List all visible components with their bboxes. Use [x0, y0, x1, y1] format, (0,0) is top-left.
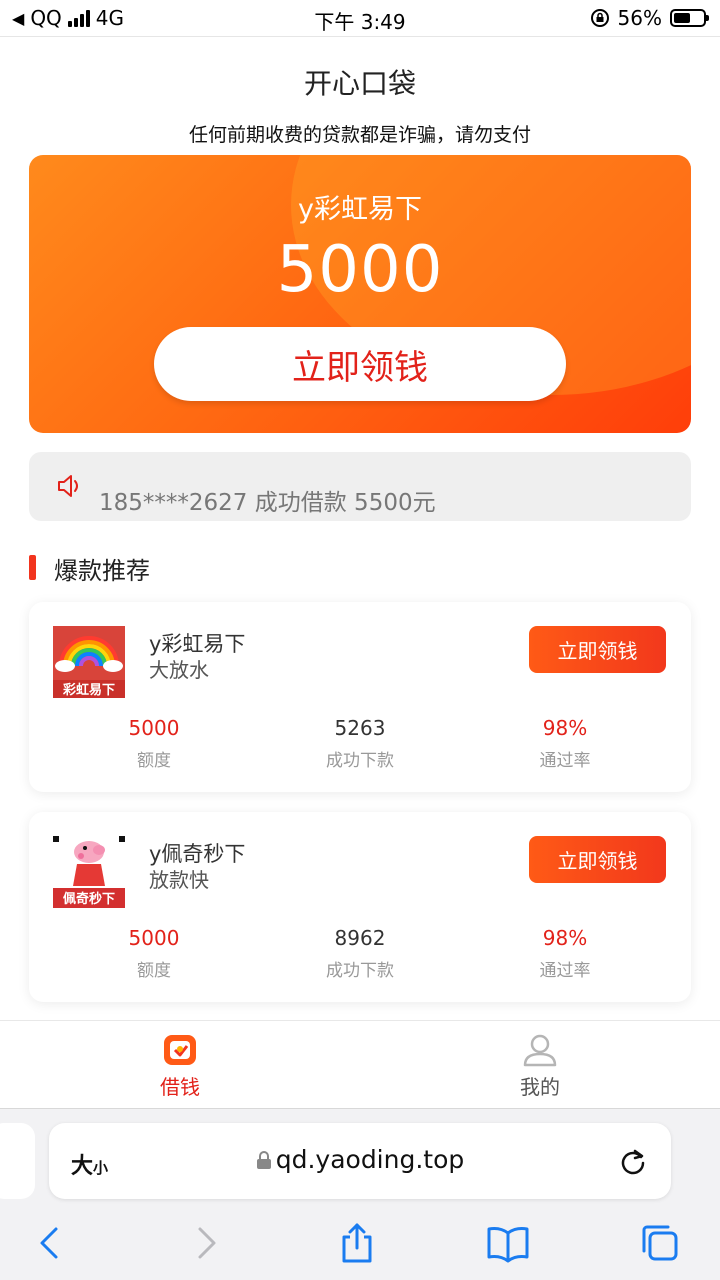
tabs-icon[interactable] [638, 1221, 682, 1265]
stat-amount: 5000 额度 [74, 716, 234, 771]
stat-rate: 98% 通过率 [485, 926, 645, 981]
tab-bar: 借钱 我的 [0, 1020, 720, 1108]
previous-tab-peek[interactable] [0, 1123, 35, 1199]
browser-toolbar: 大小 qd.yaoding.top [0, 1108, 720, 1280]
stat-amount: 5000 额度 [74, 926, 234, 981]
stat-success: 5263 成功下款 [280, 716, 440, 771]
stat-label: 额度 [137, 751, 171, 771]
rainbow-logo: 彩虹易下 [53, 626, 125, 698]
tab-mine-label: 我的 [520, 1075, 560, 1099]
section-accent-bar [29, 555, 36, 580]
stat-label: 成功下款 [326, 751, 394, 771]
reload-icon[interactable] [617, 1145, 649, 1177]
logo-text: 彩虹易下 [62, 682, 115, 698]
stat-value: 5000 [128, 716, 180, 740]
stat-label: 额度 [137, 961, 171, 981]
hero-claim-button[interactable]: 立即领钱 [154, 327, 566, 401]
wallet-icon [164, 1035, 196, 1065]
tab-borrow-label: 借钱 [160, 1075, 200, 1099]
rotation-lock-icon [590, 9, 609, 27]
hero-amount: 5000 [276, 233, 444, 307]
share-icon[interactable] [335, 1221, 379, 1265]
url-display[interactable]: qd.yaoding.top [49, 1145, 671, 1174]
product-desc: 放款快 [149, 868, 209, 892]
stat-label: 通过率 [539, 961, 591, 981]
stat-label: 通过率 [539, 751, 591, 771]
product-desc: 大放水 [149, 658, 209, 682]
stat-value: 5000 [128, 926, 180, 950]
peppa-logo: 佩奇秒下 [53, 836, 125, 908]
tab-borrow[interactable]: 借钱 [120, 1033, 240, 1100]
notice-text: 185****2627 成功借款 5500元 [99, 490, 436, 516]
stat-success: 8962 成功下款 [280, 926, 440, 981]
stat-value: 98% [542, 716, 588, 740]
section-title: 爆款推荐 [54, 557, 150, 585]
url-text: qd.yaoding.top [275, 1145, 465, 1174]
logo-text: 佩奇秒下 [63, 891, 115, 907]
claim-button[interactable]: 立即领钱 [529, 626, 666, 673]
forward-icon[interactable] [184, 1221, 228, 1265]
address-bar[interactable]: 大小 qd.yaoding.top [49, 1123, 671, 1199]
stat-rate: 98% 通过率 [485, 716, 645, 771]
lock-icon [256, 1151, 271, 1169]
status-bar: ◀ QQ 4G 下午 3:49 56% [0, 0, 720, 36]
hero-product-name: y彩虹易下 [298, 194, 422, 225]
battery-percent: 56% [617, 6, 662, 30]
tab-mine[interactable]: 我的 [480, 1033, 600, 1100]
user-icon [523, 1034, 557, 1067]
hero-card: y彩虹易下 5000 立即领钱 [29, 155, 691, 433]
status-right: 56% [590, 6, 709, 30]
notice-bar: 185****2627 成功借款 5500元 [29, 452, 691, 521]
stat-value: 5263 [334, 716, 386, 740]
divider [0, 36, 720, 37]
back-icon[interactable] [28, 1221, 72, 1265]
battery-icon [670, 9, 709, 27]
product-card[interactable]: 佩奇秒下 y佩奇秒下 放款快 立即领钱 5000 额度 8962 成功下款 98… [29, 812, 691, 1002]
stat-value: 8962 [334, 926, 386, 950]
speaker-icon [58, 475, 78, 497]
fraud-warning: 任何前期收费的贷款都是诈骗，请勿支付 [188, 124, 531, 146]
stat-label: 成功下款 [326, 961, 394, 981]
product-card[interactable]: 彩虹易下 y彩虹易下 大放水 立即领钱 5000 额度 5263 成功下款 98… [29, 602, 691, 792]
bookmarks-icon[interactable] [486, 1221, 530, 1265]
page-title: 开心口袋 [303, 67, 416, 100]
stat-value: 98% [542, 926, 588, 950]
claim-button[interactable]: 立即领钱 [529, 836, 666, 883]
